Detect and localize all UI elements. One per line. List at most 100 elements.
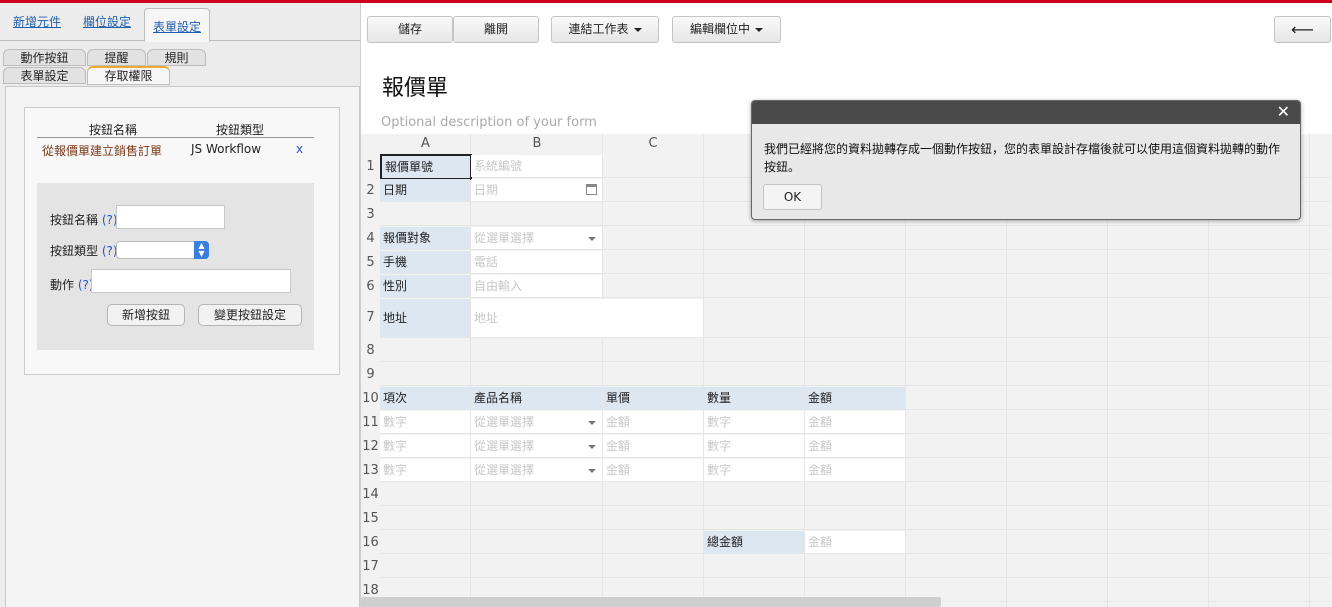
- col-header-b: B: [532, 136, 542, 151]
- table-header-price[interactable]: 單價: [603, 387, 703, 409]
- save-button[interactable]: 儲存: [367, 16, 453, 43]
- cell-quote-target-label[interactable]: 報價對象: [380, 227, 470, 249]
- row-number: 1: [366, 159, 375, 174]
- line-item-number[interactable]: 數字: [380, 411, 470, 433]
- line-item-product[interactable]: 從選單選擇: [471, 435, 602, 457]
- line-item-product[interactable]: 從選單選擇: [471, 459, 602, 481]
- row-number: 3: [366, 207, 375, 222]
- cell-mobile-field[interactable]: 電話: [471, 251, 602, 273]
- line-item-number[interactable]: 數字: [380, 435, 470, 457]
- row-number: 14: [362, 487, 379, 502]
- left-settings-panel: 新增元件 欄位設定 表單設定 動作按鈕 提醒 規則 表單設定 存取權限 按鈕名稱…: [0, 3, 361, 607]
- cell-date-field[interactable]: 日期: [471, 179, 602, 201]
- cell-quote-number-field[interactable]: 系統編號: [471, 155, 602, 177]
- table-header-product[interactable]: 產品名稱: [471, 387, 602, 409]
- row-number: 12: [362, 439, 379, 454]
- grid-line: [380, 457, 1332, 458]
- row-number: 6: [366, 279, 375, 294]
- row-number: 8: [366, 343, 375, 358]
- col-header-a: A: [421, 136, 430, 151]
- line-item-price[interactable]: 金額: [603, 459, 703, 481]
- row-number: 17: [362, 559, 379, 574]
- total-amount-label[interactable]: 總金額: [704, 531, 804, 553]
- select-arrows-icon: ▲ ▼: [194, 241, 209, 259]
- line-item-price[interactable]: 金額: [603, 435, 703, 457]
- grid-line: [380, 225, 1332, 226]
- cell-address-field[interactable]: 地址: [471, 299, 703, 337]
- line-item-number[interactable]: 數字: [380, 459, 470, 481]
- action-label: 動作 (?): [50, 278, 94, 292]
- action-buttons-panel: 按鈕名稱 按鈕類型 從報價單建立銷售訂單 JS Workflow x 按鈕名稱 …: [24, 107, 340, 375]
- row-number: 11: [362, 415, 379, 430]
- link-sheet-dropdown[interactable]: 連結工作表: [551, 16, 659, 43]
- tab-form-settings[interactable]: 表單設定: [144, 8, 211, 42]
- back-arrow-button[interactable]: ⟵: [1274, 16, 1331, 43]
- cell-gender-field[interactable]: 自由輸入: [471, 275, 602, 297]
- total-amount-field[interactable]: 金額: [805, 531, 905, 553]
- dropdown-arrow-icon: [588, 469, 596, 473]
- grid-line: [380, 385, 1332, 386]
- subtab-access-rights[interactable]: 存取權限: [87, 66, 170, 85]
- dialog-message: 我們已經將您的資料拋轉存成一個動作按鈕，您的表單設計存檔後就可以使用這個資料拋轉…: [764, 142, 1281, 174]
- dropdown-arrow-icon: [588, 237, 596, 241]
- cell-quote-number-label[interactable]: 報價單號: [380, 154, 472, 180]
- subtab-form-settings[interactable]: 表單設定: [3, 67, 86, 84]
- grid-line: [380, 433, 1332, 434]
- grid-line: [470, 134, 471, 607]
- line-item-amount[interactable]: 金額: [805, 435, 905, 457]
- cell-mobile-label[interactable]: 手機: [380, 251, 470, 273]
- button-name-label: 按鈕名稱 (?): [50, 213, 118, 227]
- close-icon[interactable]: ✕: [1277, 102, 1290, 121]
- cell-address-label[interactable]: 地址: [380, 299, 470, 337]
- caret-down-icon: [633, 27, 642, 32]
- line-item-product[interactable]: 從選單選擇: [471, 411, 602, 433]
- table-header-qty[interactable]: 數量: [704, 387, 804, 409]
- ok-button[interactable]: OK: [763, 184, 822, 210]
- grid-line: [380, 529, 1332, 530]
- table-divider: [37, 137, 314, 138]
- subtab-reminders[interactable]: 提醒: [87, 49, 146, 66]
- line-item-qty[interactable]: 數字: [704, 459, 804, 481]
- button-name-input[interactable]: [116, 205, 225, 229]
- row-number: 10: [362, 391, 379, 406]
- caret-down-icon: [755, 27, 763, 32]
- subtab-action-buttons[interactable]: 動作按鈕: [3, 49, 86, 66]
- leave-button[interactable]: 離開: [453, 16, 539, 43]
- col-header-button-name: 按鈕名稱: [89, 123, 138, 137]
- edit-field-dropdown[interactable]: 編輯欄位中: [672, 16, 781, 43]
- cell-quote-target-field[interactable]: 從選單選擇: [471, 227, 602, 249]
- horizontal-scrollbar[interactable]: [361, 597, 941, 607]
- line-item-qty[interactable]: 數字: [704, 411, 804, 433]
- row-number: 15: [362, 511, 379, 526]
- line-item-amount[interactable]: 金額: [805, 411, 905, 433]
- grid-line: [380, 577, 1332, 578]
- button-row-name[interactable]: 從報價單建立銷售訂單: [42, 142, 162, 159]
- row-number: 13: [362, 463, 379, 478]
- cell-date-label[interactable]: 日期: [380, 179, 470, 201]
- table-header-item[interactable]: 項次: [380, 387, 470, 409]
- subtab-rules[interactable]: 規則: [147, 49, 206, 66]
- grid-line: [380, 297, 1332, 298]
- button-type-select[interactable]: ▲ ▼: [116, 241, 209, 259]
- row-number: 4: [366, 231, 375, 246]
- dialog-header: ✕: [752, 101, 1300, 124]
- grid-line: [380, 273, 1332, 274]
- table-header-amount[interactable]: 金額: [805, 387, 905, 409]
- line-item-price[interactable]: 金額: [603, 411, 703, 433]
- form-description[interactable]: Optional description of your form: [381, 115, 597, 130]
- tab-add-element[interactable]: 新增元件: [13, 13, 61, 30]
- col-header-button-type: 按鈕類型: [216, 123, 265, 137]
- cell-gender-label[interactable]: 性別: [380, 275, 470, 297]
- calendar-icon: [586, 184, 597, 195]
- tab-field-settings[interactable]: 欄位設定: [83, 13, 131, 30]
- button-row-type: JS Workflow: [191, 142, 262, 156]
- grid-line: [380, 249, 1332, 250]
- add-button-button[interactable]: 新增按鈕: [107, 304, 185, 326]
- remove-button-x[interactable]: x: [296, 142, 303, 156]
- line-item-qty[interactable]: 數字: [704, 435, 804, 457]
- action-input[interactable]: [91, 269, 291, 293]
- line-item-amount[interactable]: 金額: [805, 459, 905, 481]
- change-button-settings-button[interactable]: 變更按鈕設定: [198, 304, 302, 326]
- row-number: 5: [366, 255, 375, 270]
- row-number: 7: [366, 310, 375, 325]
